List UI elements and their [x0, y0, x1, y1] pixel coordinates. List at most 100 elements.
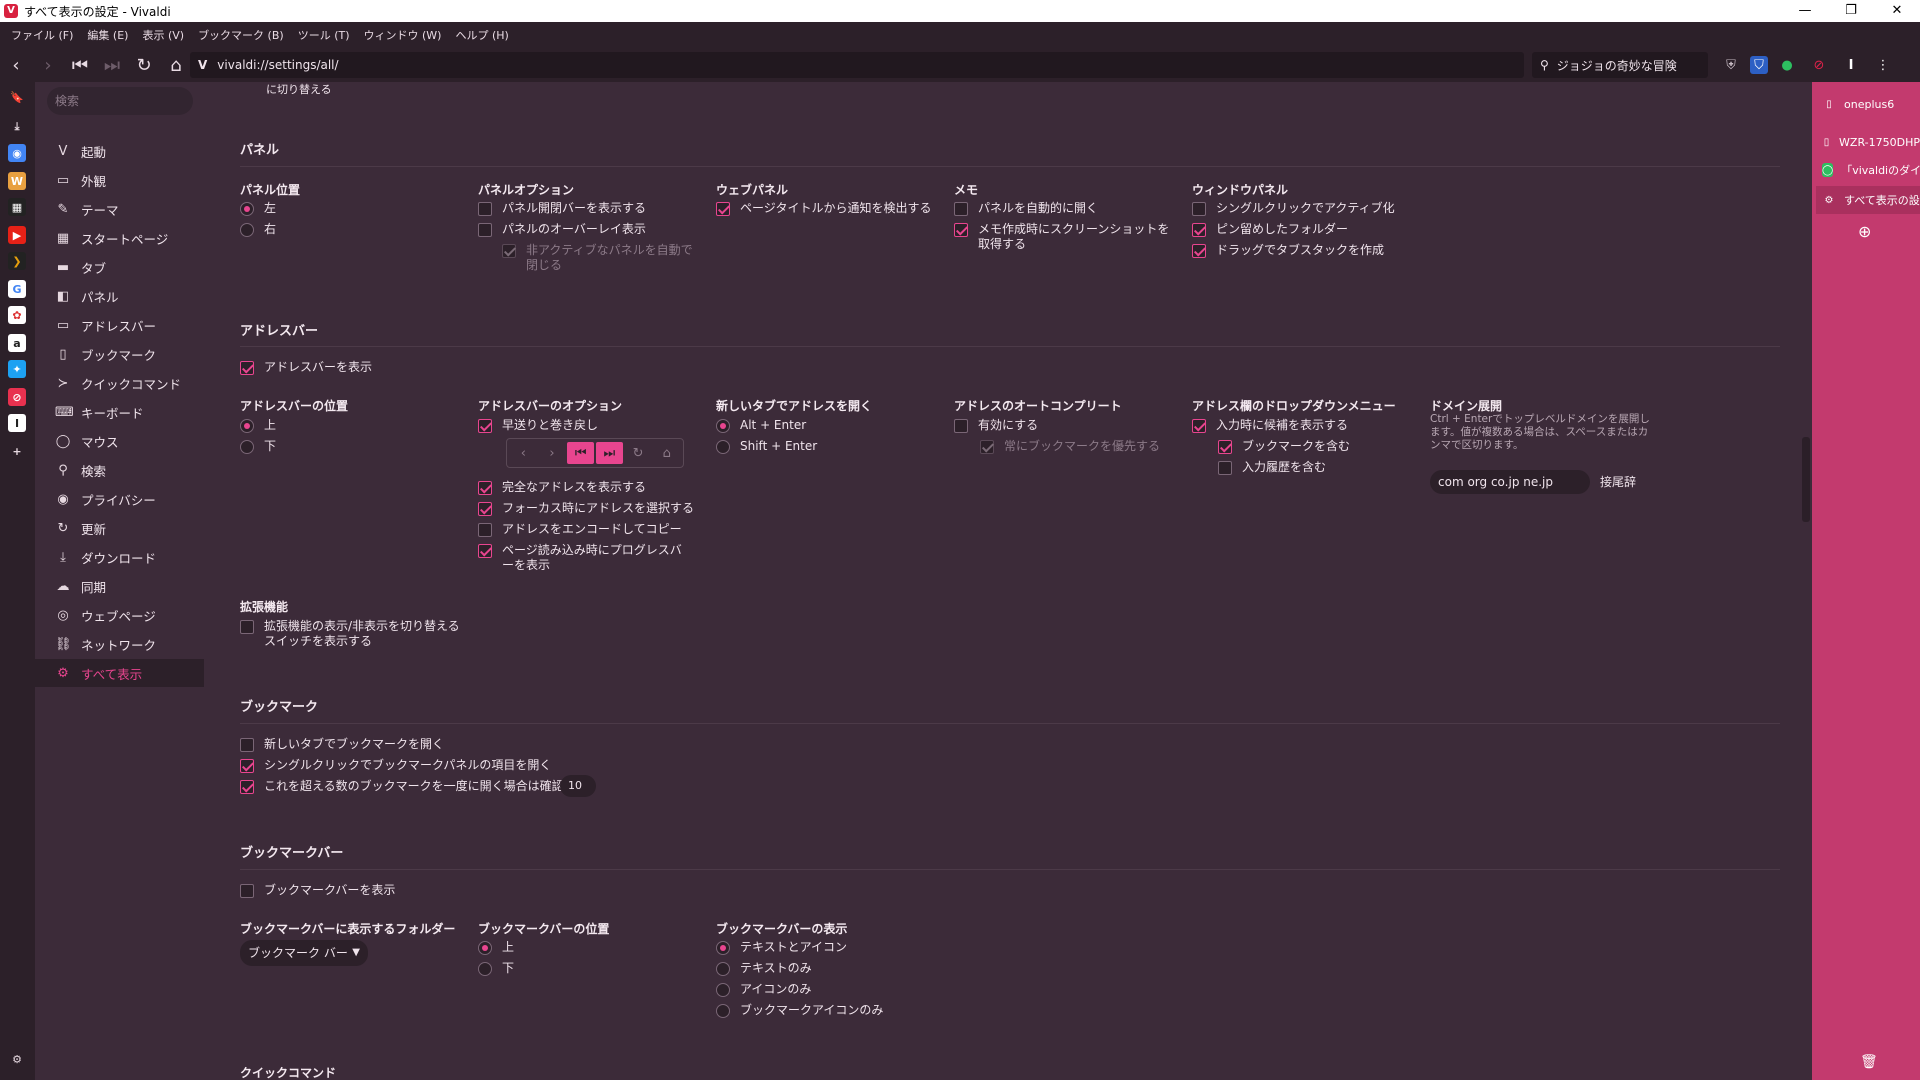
panel-show-toggle[interactable]: パネル開閉バーを表示する — [478, 201, 646, 216]
panel-position-left[interactable]: 左 — [240, 201, 276, 216]
bookmarks-confirm-count[interactable]: 10 — [560, 775, 596, 797]
dropdown-bookmarks[interactable]: ブックマークを含む — [1218, 439, 1350, 454]
nav-item-mouse[interactable]: ◯ マウス — [35, 427, 204, 455]
photos-panel-icon[interactable]: ✿ — [8, 306, 26, 324]
window-pinned[interactable]: ピン留めしたフォルダー — [1192, 222, 1348, 237]
plex-panel-icon[interactable]: ❯ — [8, 252, 26, 270]
adblock-extension-icon[interactable]: ⊘ — [1806, 52, 1832, 78]
checkbox[interactable] — [954, 223, 968, 237]
memo-screenshot[interactable]: メモ作成時にスクリーンショットを取得する — [954, 222, 1174, 252]
checkbox[interactable] — [1192, 202, 1206, 216]
addressbar-fastforward[interactable]: 早送りと巻き戻し — [478, 418, 598, 433]
reload-icon[interactable]: ↻ — [625, 442, 652, 464]
restore-button[interactable]: ❐ — [1828, 0, 1874, 22]
nav-item-downloads[interactable]: ⤓ ダウンロード — [35, 543, 204, 571]
nav-item-startup[interactable]: V 起動 — [35, 137, 204, 165]
checkbox[interactable] — [240, 780, 254, 794]
google-panel-icon[interactable]: G — [8, 280, 26, 298]
bookmarkbar-display-bm-icon[interactable]: ブックマークアイコンのみ — [716, 1003, 883, 1018]
minimize-button[interactable]: — — [1782, 0, 1828, 22]
checkbox[interactable] — [478, 544, 492, 558]
rewind-button[interactable]: ⏮ — [64, 50, 96, 80]
instapaper-extension-icon[interactable]: I — [1838, 52, 1864, 78]
checkbox[interactable] — [240, 361, 254, 375]
nav-item-bookmarks[interactable]: ▯ ブックマーク — [35, 340, 204, 368]
addressbar-position-bottom[interactable]: 下 — [240, 439, 276, 454]
bookmarkbar-display-icon[interactable]: アイコンのみ — [716, 982, 811, 997]
nav-item-webpages[interactable]: ◎ ウェブページ — [35, 601, 204, 629]
web-panel-detect[interactable]: ページタイトルから通知を検出する — [716, 201, 932, 216]
nav-item-all[interactable]: ⚙ すべて表示 — [35, 659, 204, 687]
nav-item-privacy[interactable]: ◉ プライバシー — [35, 485, 204, 513]
addressbar-position-top[interactable]: 上 — [240, 418, 276, 433]
domain-input[interactable]: com org co.jp ne.jp — [1430, 470, 1590, 494]
more-icon[interactable]: ⋮ — [1870, 52, 1896, 78]
newtab-alt[interactable]: Alt + Enter — [716, 418, 806, 433]
bookmarkbar-show[interactable]: ブックマークバーを表示 — [240, 883, 395, 898]
menu-view[interactable]: 表示 (V) — [135, 27, 191, 43]
checkbox[interactable] — [240, 738, 254, 752]
add-panel-icon[interactable]: + — [8, 442, 26, 460]
panel-overlay[interactable]: パネルのオーバーレイ表示 — [478, 222, 646, 237]
radio[interactable] — [716, 1004, 730, 1018]
dropdown-history[interactable]: 入力履歴を含む — [1218, 460, 1326, 475]
addressbar-select[interactable]: フォーカス時にアドレスを選択する — [478, 501, 694, 516]
instapaper-panel-icon[interactable]: I — [8, 414, 26, 432]
rewind-icon[interactable]: ⏮ — [567, 442, 595, 464]
nav-item-quickcommands[interactable]: ≻ クイックコマンド — [35, 369, 204, 397]
forward-arrow-icon[interactable]: › — [539, 442, 566, 464]
settings-gear-icon[interactable]: ⚙ — [8, 1050, 26, 1068]
addressbar-progress[interactable]: ページ読み込み時にプログレスバーを表示 — [478, 543, 688, 573]
radio[interactable] — [240, 202, 254, 216]
checkbox[interactable] — [1192, 223, 1206, 237]
radio[interactable] — [240, 419, 254, 433]
bookmarks-newtab[interactable]: 新しいタブでブックマークを開く — [240, 737, 444, 752]
bitwarden-extension-icon[interactable]: ⛉ — [1750, 56, 1768, 74]
back-arrow-icon[interactable]: ‹ — [510, 442, 537, 464]
checkbox[interactable] — [478, 223, 492, 237]
bookmarkbar-display-text-icon[interactable]: テキストとアイコン — [716, 940, 847, 955]
addressbar-encode[interactable]: アドレスをエンコードしてコピー — [478, 522, 682, 537]
clapper-panel-icon[interactable]: ▦ — [8, 198, 26, 216]
bookmarks-single[interactable]: シングルクリックでブックマークパネルの項目を開く — [240, 758, 551, 773]
nav-item-sync[interactable]: ☁ 同期 — [35, 572, 204, 600]
window-drag[interactable]: ドラッグでタブスタックを作成 — [1192, 243, 1384, 258]
nav-item-panel[interactable]: ◧ パネル — [35, 282, 204, 310]
fastforward-button[interactable]: ⏭ — [96, 50, 128, 80]
youtube-panel-icon[interactable]: ▶ — [8, 226, 26, 244]
menu-bookmarks[interactable]: ブックマーク (B) — [191, 27, 291, 43]
nav-item-addressbar[interactable]: ▭ アドレスバー — [35, 311, 204, 339]
url-field[interactable]: V vivaldi://settings/all/ — [190, 52, 1524, 78]
radio[interactable] — [240, 440, 254, 454]
window-single-click[interactable]: シングルクリックでアクティブ化 — [1192, 201, 1395, 216]
search-field[interactable]: ⚲ ジョジョの奇妙な冒険 — [1532, 52, 1708, 78]
home-button[interactable]: ⌂ — [160, 50, 192, 80]
checkbox[interactable] — [478, 419, 492, 433]
extensions-toggle[interactable]: 拡張機能の表示/非表示を切り替えるスイッチを表示する — [240, 619, 460, 649]
fastforward-icon[interactable]: ⏭ — [596, 442, 623, 464]
nav-item-search[interactable]: ⚲ 検索 — [35, 456, 204, 484]
checkbox[interactable] — [954, 419, 968, 433]
bookmarks-panel-icon[interactable]: 🔖 — [8, 88, 26, 106]
tab-item[interactable]: ◯「vivaldiのダイレ — [1816, 156, 1920, 184]
checkbox[interactable] — [478, 502, 492, 516]
radio[interactable] — [716, 419, 730, 433]
reload-button[interactable]: ↻ — [128, 50, 160, 80]
forward-button[interactable]: › — [32, 50, 64, 80]
checkbox[interactable] — [240, 620, 254, 634]
vivaldi-panel-icon[interactable]: ⊘ — [8, 388, 26, 406]
wiki-panel-icon[interactable]: W — [8, 172, 26, 190]
close-button[interactable]: ✕ — [1874, 0, 1920, 22]
menu-file[interactable]: ファイル (F) — [4, 27, 80, 43]
autocomplete-prefer[interactable]: 常にブックマークを優先する — [980, 439, 1160, 454]
dropdown-show[interactable]: 入力時に候補を表示する — [1192, 418, 1348, 433]
nav-item-appearance[interactable]: ▭ 外観 — [35, 166, 204, 194]
radio[interactable] — [716, 440, 730, 454]
add-tab-icon[interactable]: ⊕ — [1858, 222, 1871, 241]
trash-icon[interactable]: 🗑 — [1860, 1054, 1878, 1070]
addressbar-full[interactable]: 完全なアドレスを表示する — [478, 480, 646, 495]
radio[interactable] — [716, 962, 730, 976]
panel-auto-close[interactable]: 非アクティブなパネルを自動で閉じる — [502, 243, 702, 273]
checkbox[interactable] — [502, 244, 516, 258]
panel-position-right[interactable]: 右 — [240, 222, 276, 237]
